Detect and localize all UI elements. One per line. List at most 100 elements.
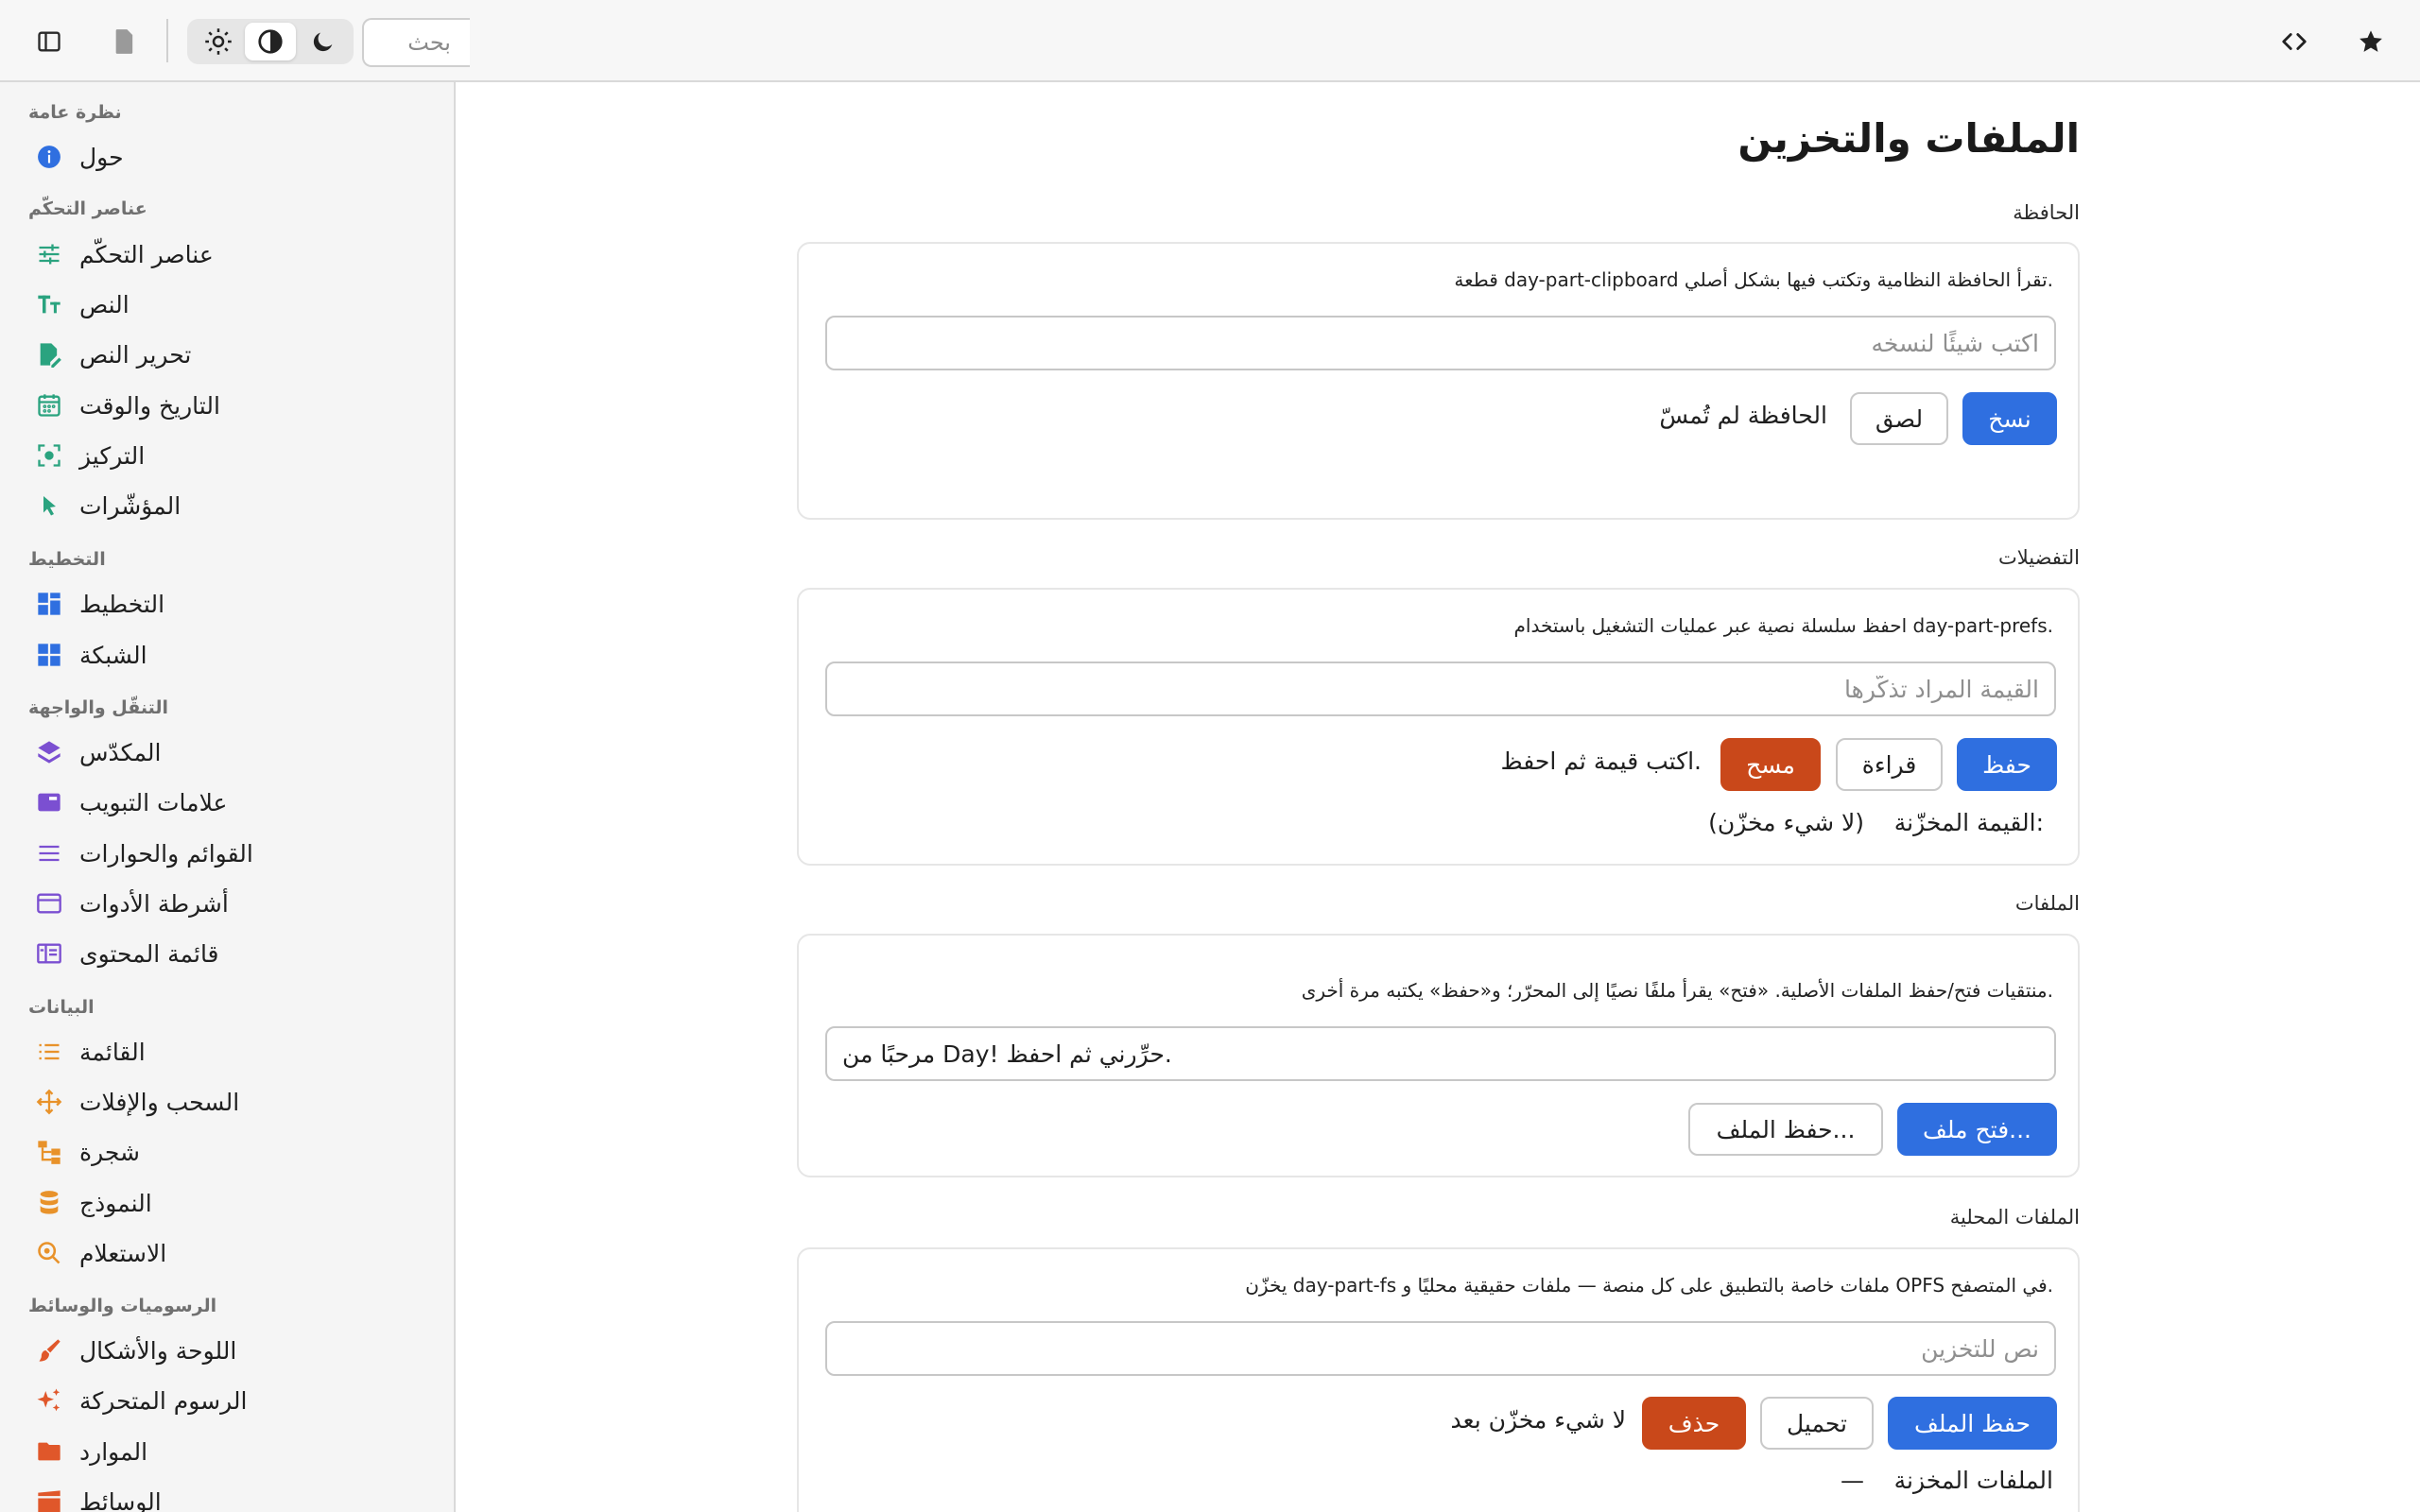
theme-switcher: [187, 19, 354, 64]
read-pref-button[interactable]: قراءة: [1836, 738, 1943, 791]
stored-files-label: الملفات المخزنة: [1893, 1467, 2053, 1494]
sidebar-item-layout[interactable]: التخطيط: [28, 583, 425, 625]
sidebar-item-label: النص: [79, 290, 130, 318]
sidebar-item-content-list[interactable]: قائمة المحتوى: [28, 933, 425, 974]
edit-document-icon: [28, 334, 70, 375]
sidebar-section-title: نظرة عامة: [28, 102, 122, 123]
open-file-button[interactable]: ...فتح ملف: [1897, 1103, 2057, 1156]
text-size-icon: [28, 284, 70, 325]
sidebar-item-label: الرسوم المتحركة: [79, 1386, 248, 1415]
files-section-label: الملفات: [2014, 892, 2080, 915]
code-view-icon[interactable]: [2273, 21, 2315, 62]
cursor-icon: [28, 485, 70, 526]
tabs-icon: [28, 782, 70, 823]
sidebar-item-list[interactable]: القائمة: [28, 1031, 425, 1073]
clipboard-input[interactable]: [825, 316, 2056, 370]
prefs-input[interactable]: [825, 662, 2056, 716]
sparkle-icon: [28, 1380, 70, 1421]
list-icon: [28, 1031, 70, 1073]
dark-mode-icon[interactable]: [298, 23, 349, 60]
sidebar-item-label: المؤشّرات: [79, 491, 182, 520]
clipboard-status: الحافظة لم تُمسّ: [1659, 402, 1827, 429]
toolbar-divider: [166, 19, 168, 62]
clipboard-card: .تقرأ الحافظة النظامية وتكتب فيها بشكل أ…: [797, 242, 2080, 520]
layers-icon: [28, 731, 70, 773]
sidebar-item-stack[interactable]: المكدّس: [28, 731, 425, 773]
files-description: .منتقيات فتح/حفظ الملفات الأصلية. «فتح» …: [1301, 979, 2053, 1002]
local-files-card: .في المتصفح OPFS ملفات خاصة بالتطبيق على…: [797, 1247, 2080, 1512]
sidebar-item-menus[interactable]: القوائم والحوارات: [28, 833, 425, 874]
sidebar-section-title: عناصر التحكّم: [28, 198, 147, 219]
tree-icon: [28, 1131, 70, 1173]
prefs-card: .day-part-prefs احفظ سلسلة نصية عبر عملي…: [797, 588, 2080, 866]
light-mode-icon[interactable]: [193, 23, 244, 60]
page-title: الملفات والتخزين: [1737, 115, 2080, 162]
sidebar-item-label: شجرة: [79, 1138, 140, 1166]
menu-icon: [28, 833, 70, 874]
sidebar-item-media[interactable]: الوسائط: [28, 1481, 425, 1512]
move-icon: [28, 1081, 70, 1123]
sidebar-section-title: البيانات: [28, 997, 95, 1018]
sidebar-item-resources[interactable]: الموارد: [28, 1431, 425, 1472]
sidebar-item-controls[interactable]: عناصر التحكّم: [28, 233, 425, 275]
sidebar-item-datetime[interactable]: التاريخ والوقت: [28, 385, 425, 426]
toolbar-icon: [28, 883, 70, 924]
local-file-input[interactable]: [825, 1321, 2056, 1376]
clear-pref-button[interactable]: مسح: [1720, 738, 1821, 791]
sidebar-item-grid[interactable]: الشبكة: [28, 634, 425, 676]
paste-button[interactable]: لصق: [1850, 392, 1948, 445]
sidebar-item-text[interactable]: النص: [28, 284, 425, 325]
sidebar-item-label: عناصر التحكّم: [79, 240, 214, 268]
sidebar-item-about[interactable]: حول: [28, 136, 425, 178]
sidebar-item-text-edit[interactable]: تحرير النص: [28, 334, 425, 375]
sidebar-item-label: تحرير النص: [79, 340, 192, 369]
sidebar-item-label: الوسائط: [79, 1487, 162, 1512]
sidebar-item-query[interactable]: الاستعلام: [28, 1232, 425, 1274]
info-icon: [28, 136, 70, 178]
file-editor[interactable]: [825, 1026, 2056, 1081]
stored-value: (لا شيء مخزّن): [1708, 809, 1864, 836]
clipboard-description: .تقرأ الحافظة النظامية وتكتب فيها بشكل أ…: [1454, 268, 2053, 291]
database-icon: [28, 1182, 70, 1224]
local-files-section-label: الملفات المحلية: [1949, 1206, 2080, 1228]
clipboard-section-label: الحافظة: [2013, 201, 2080, 224]
grid-icon: [28, 634, 70, 676]
sidebar-item-cursors[interactable]: المؤشّرات: [28, 485, 425, 526]
prefs-description: .day-part-prefs احفظ سلسلة نصية عبر عملي…: [1513, 614, 2054, 637]
search-input[interactable]: [362, 18, 470, 67]
sidebar-item-toolbars[interactable]: أشرطة الأدوات: [28, 883, 425, 924]
sidebar-section-title: الرسوميات والوسائط: [28, 1296, 217, 1316]
sidebar-section-title: التخطيط: [28, 549, 106, 570]
sidebar-item-canvas[interactable]: اللوحة والأشكال: [28, 1330, 425, 1371]
sidebar-item-label: المكدّس: [79, 738, 162, 766]
load-local-file-button[interactable]: تحميل: [1760, 1397, 1874, 1450]
save-file-button[interactable]: ...حفظ الملف: [1688, 1103, 1883, 1156]
brush-icon: [28, 1330, 70, 1371]
focus-icon: [28, 435, 70, 476]
save-pref-button[interactable]: حفظ: [1957, 738, 2057, 791]
sidebar-item-label: النموذج: [79, 1189, 152, 1217]
content-list-icon: [28, 933, 70, 974]
delete-local-file-button[interactable]: حذف: [1642, 1397, 1746, 1450]
prefs-hint: .اكتب قيمة ثم احفظ: [1500, 747, 1702, 775]
sidebar-section-title: التنقّل والواجهة: [28, 697, 169, 718]
auto-mode-icon[interactable]: [245, 23, 296, 60]
stored-files-value: —: [1841, 1467, 1864, 1494]
sidebar-item-label: القوائم والحوارات: [79, 839, 253, 868]
clapper-icon: [28, 1481, 70, 1512]
copy-button[interactable]: نسخ: [1962, 392, 2057, 445]
sidebar-toggle-icon[interactable]: [28, 21, 70, 62]
star-icon[interactable]: [2350, 21, 2392, 62]
sidebar-item-tree[interactable]: شجرة: [28, 1131, 425, 1173]
sidebar-item-animation[interactable]: الرسوم المتحركة: [28, 1380, 425, 1421]
document-icon[interactable]: [104, 21, 146, 62]
sidebar-item-drag-drop[interactable]: السحب والإفلات: [28, 1081, 425, 1123]
save-local-file-button[interactable]: حفظ الملف: [1888, 1397, 2057, 1450]
sidebar-item-label: التخطيط: [79, 590, 165, 618]
sidebar-item-tabs[interactable]: علامات التبويب: [28, 782, 425, 823]
sidebar-item-focus[interactable]: التركيز: [28, 435, 425, 476]
sidebar-item-model[interactable]: النموذج: [28, 1182, 425, 1224]
sidebar-item-label: حول: [79, 143, 124, 171]
sidebar-item-label: أشرطة الأدوات: [79, 889, 229, 918]
stored-value-label: :القيمة المخزّنة: [1893, 809, 2044, 836]
